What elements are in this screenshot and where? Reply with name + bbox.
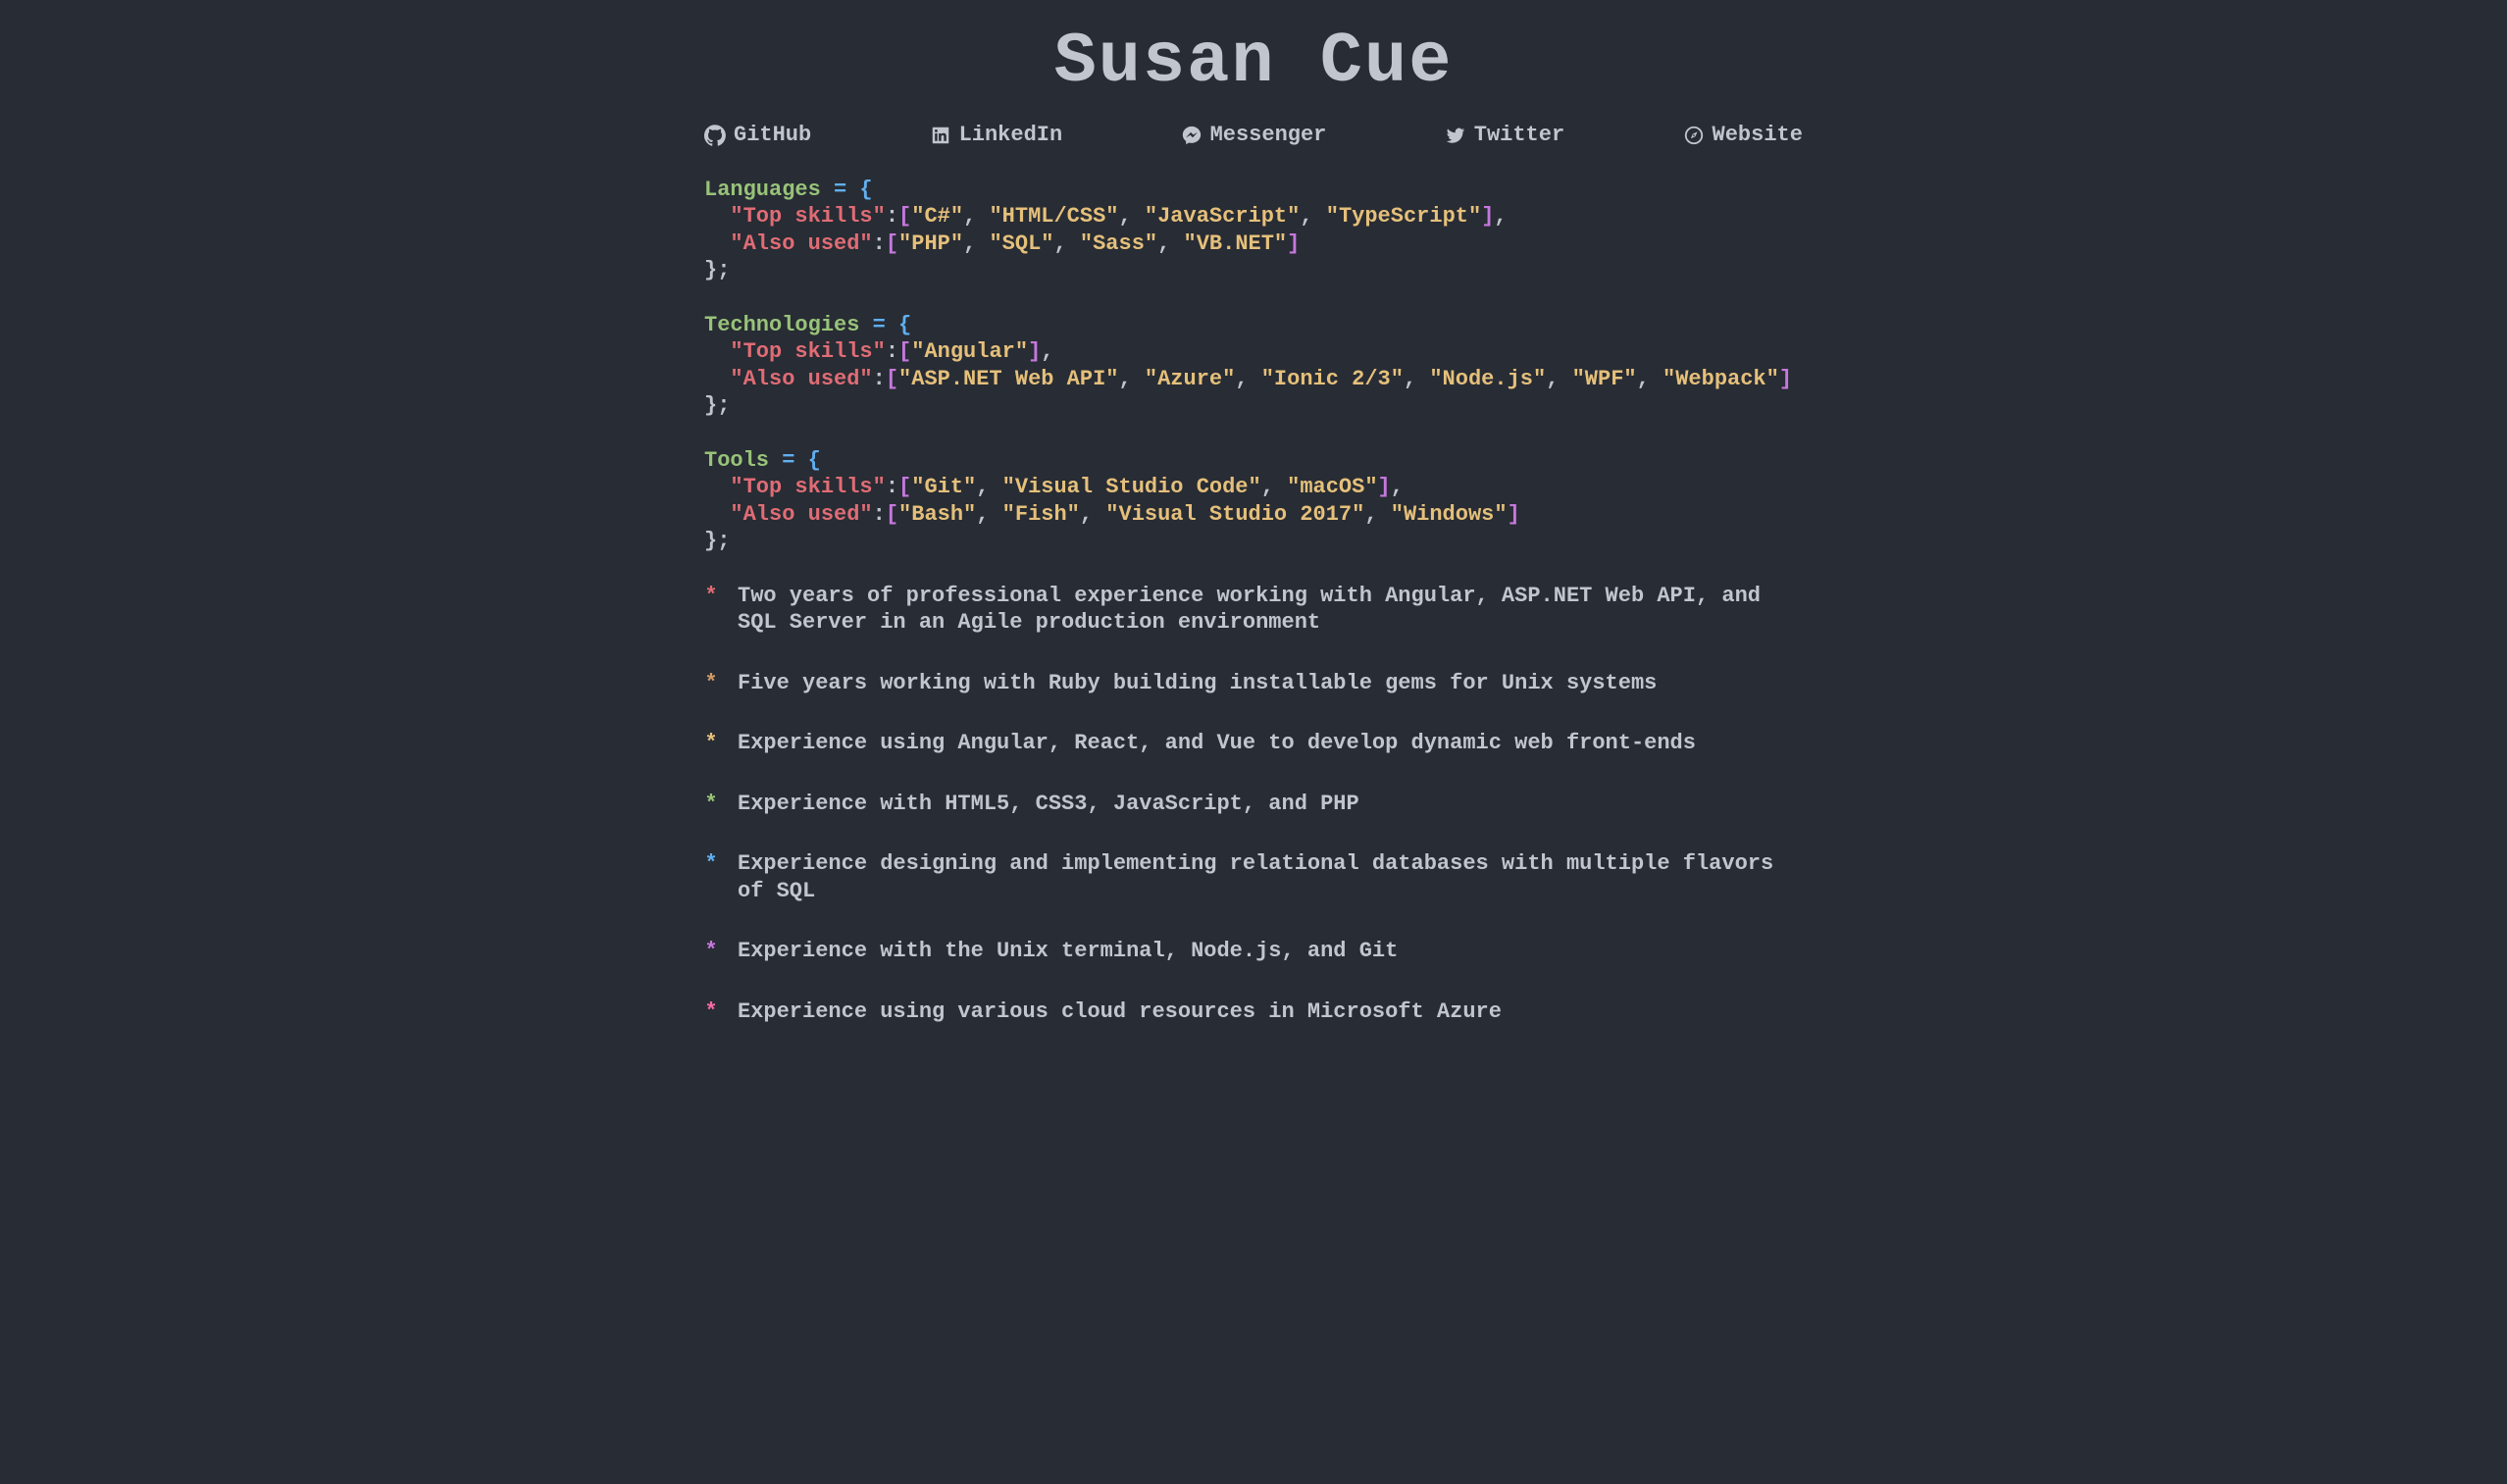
row-value: "ASP.NET Web API" — [898, 367, 1118, 391]
bullet-text: Five years working with Ruby building in… — [738, 670, 1803, 697]
link-label: Website — [1713, 122, 1803, 149]
row-value: "C#" — [911, 204, 963, 229]
row-key: "Also used" — [730, 367, 872, 391]
linkedin-icon — [930, 125, 951, 146]
row-value: "Ionic 2/3" — [1261, 367, 1404, 391]
github-icon — [704, 125, 726, 146]
row-value: "WPF" — [1572, 367, 1637, 391]
list-item: * Experience with the Unix terminal, Node… — [704, 938, 1803, 965]
row-value: "TypeScript" — [1326, 204, 1481, 229]
list-item: * Experience using various cloud resource… — [704, 998, 1803, 1026]
bullet-text: Experience with HTML5, CSS3, JavaScript,… — [738, 791, 1803, 818]
row-key: "Also used" — [730, 502, 872, 527]
page-title: Susan Cue — [704, 0, 1803, 116]
link-website[interactable]: Website — [1683, 122, 1803, 149]
twitter-icon — [1445, 125, 1466, 146]
list-item: * Experience with HTML5, CSS3, JavaScript… — [704, 791, 1803, 818]
row-value: "SQL" — [989, 231, 1053, 256]
link-label: GitHub — [734, 122, 811, 149]
row-value: "VB.NET" — [1184, 231, 1288, 256]
row-value: "Angular" — [911, 339, 1028, 364]
link-label: LinkedIn — [959, 122, 1063, 149]
code-section: Languages = { "Top skills":["C#", "HTML/… — [704, 177, 1803, 284]
resume-page: Susan Cue GitHub LinkedIn Messenger Twit… — [677, 0, 1830, 1117]
code-section: Technologies = { "Top skills":["Angular"… — [704, 312, 1803, 420]
bullet-text: Experience with the Unix terminal, Node.… — [738, 938, 1803, 965]
row-value: "Windows" — [1391, 502, 1508, 527]
row-value: "Webpack" — [1663, 367, 1779, 391]
row-key: "Top skills" — [730, 204, 885, 229]
row-value: "HTML/CSS" — [989, 204, 1118, 229]
bullet-star-icon: * — [704, 998, 718, 1026]
bullet-star-icon: * — [704, 670, 718, 697]
var-name: Languages — [704, 178, 821, 202]
row-key: "Top skills" — [730, 339, 885, 364]
list-item: * Experience using Angular, React, and Vu… — [704, 730, 1803, 757]
row-value: "macOS" — [1287, 475, 1377, 499]
row-value: "Node.js" — [1429, 367, 1546, 391]
bullet-text: Experience using Angular, React, and Vue… — [738, 730, 1803, 757]
skills-code: Languages = { "Top skills":["C#", "HTML/… — [704, 177, 1803, 555]
row-value: "Visual Studio 2017" — [1105, 502, 1364, 527]
row-value: "JavaScript" — [1145, 204, 1300, 229]
social-links: GitHub LinkedIn Messenger Twitter Websit… — [704, 122, 1803, 149]
list-item: * Two years of professional experience wo… — [704, 583, 1803, 637]
link-twitter[interactable]: Twitter — [1445, 122, 1564, 149]
row-value: "Sass" — [1080, 231, 1157, 256]
var-name: Technologies — [704, 313, 859, 337]
row-value: "Bash" — [898, 502, 976, 527]
compass-icon — [1683, 125, 1705, 146]
link-messenger[interactable]: Messenger — [1181, 122, 1327, 149]
list-item: * Five years working with Ruby building i… — [704, 670, 1803, 697]
bullet-star-icon: * — [704, 850, 718, 878]
row-value: "Fish" — [1002, 502, 1080, 527]
bullet-text: Two years of professional experience wor… — [738, 583, 1803, 637]
bullet-text: Experience using various cloud resources… — [738, 998, 1803, 1026]
bullet-text: Experience designing and implementing re… — [738, 850, 1803, 904]
row-value: "Azure" — [1145, 367, 1235, 391]
list-item: * Experience designing and implementing r… — [704, 850, 1803, 904]
var-name: Tools — [704, 448, 769, 473]
link-label: Messenger — [1210, 122, 1327, 149]
code-section: Tools = { "Top skills":["Git", "Visual S… — [704, 447, 1803, 555]
row-key: "Also used" — [730, 231, 872, 256]
row-value: "Visual Studio Code" — [1002, 475, 1261, 499]
bullet-star-icon: * — [704, 583, 718, 610]
link-github[interactable]: GitHub — [704, 122, 811, 149]
row-value: "Git" — [911, 475, 976, 499]
link-label: Twitter — [1474, 122, 1564, 149]
messenger-icon — [1181, 125, 1202, 146]
bullet-star-icon: * — [704, 730, 718, 757]
bullet-star-icon: * — [704, 938, 718, 965]
bullet-star-icon: * — [704, 791, 718, 818]
link-linkedin[interactable]: LinkedIn — [930, 122, 1063, 149]
experience-list: * Two years of professional experience wo… — [704, 583, 1803, 1026]
row-key: "Top skills" — [730, 475, 885, 499]
row-value: "PHP" — [898, 231, 963, 256]
